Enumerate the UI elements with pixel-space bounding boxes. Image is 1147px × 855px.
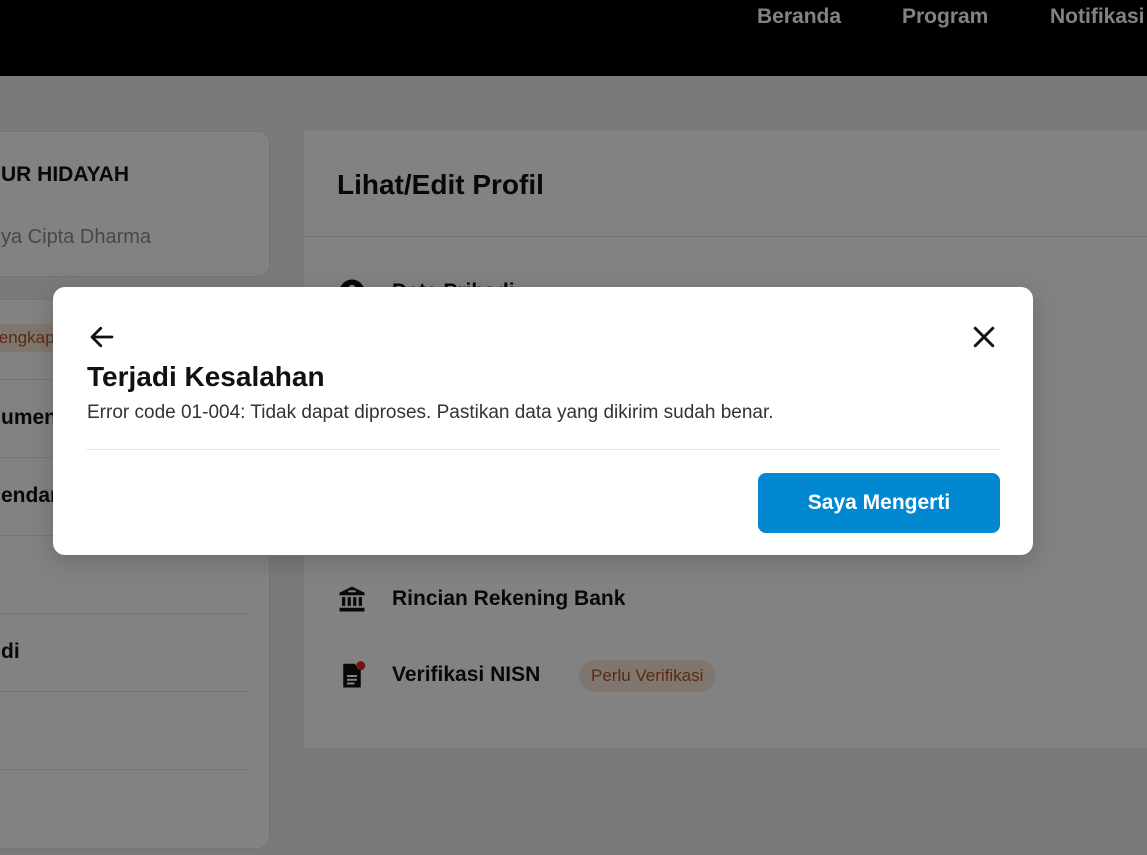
dialog-title: Terjadi Kesalahan — [87, 361, 325, 392]
confirm-button[interactable]: Saya Mengerti — [758, 473, 1000, 533]
close-icon[interactable] — [969, 322, 999, 352]
error-dialog: Terjadi Kesalahan Error code 01-004: Tid… — [53, 287, 1033, 555]
arrow-left-icon[interactable] — [87, 322, 117, 352]
dialog-message: Error code 01-004: Tidak dapat diproses.… — [87, 402, 774, 423]
dialog-divider — [86, 449, 1000, 450]
